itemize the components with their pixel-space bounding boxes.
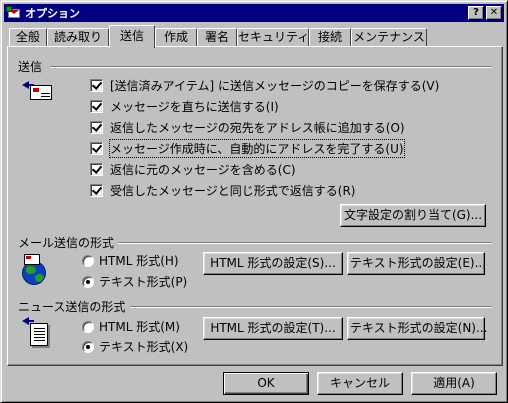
tab-signatures[interactable]: 署名 — [197, 28, 237, 47]
news-html-radio[interactable] — [82, 320, 94, 333]
news-format-divider — [130, 306, 492, 308]
add-to-address-book-checkbox[interactable] — [90, 121, 103, 134]
mail-text-radio[interactable] — [82, 275, 94, 288]
include-original-label: 返信に元のメッセージを含める(C) — [110, 163, 296, 177]
save-copy-label: [送信済みアイテム] に送信メッセージのコピーを保存する(V) — [110, 79, 440, 93]
add-to-address-book-label: 返信したメッセージの宛先をアドレス帳に追加する(O) — [110, 121, 405, 135]
auto-complete-label: メッセージ作成時に、自動的にアドレスを完了する(U) — [109, 139, 405, 158]
options-app-icon — [6, 6, 22, 20]
tab-connection[interactable]: 接続 — [309, 28, 351, 47]
tab-send[interactable]: 送信 — [109, 25, 155, 48]
send-immediately-checkbox[interactable] — [90, 100, 103, 113]
title-bar[interactable]: オプション ? ✕ — [4, 4, 504, 22]
option-include-original[interactable]: 返信に元のメッセージを含める(C) — [90, 161, 296, 178]
option-send-immediately[interactable]: メッセージを直ちに送信する(I) — [90, 98, 279, 115]
charset-assignment-button[interactable]: 文字設定の割り当て(G)... — [340, 204, 486, 227]
apply-button[interactable]: 適用(A) — [411, 372, 497, 395]
mail-html-settings-button[interactable]: HTML 形式の設定(S)... — [203, 252, 343, 275]
option-reply-same-format[interactable]: 受信したメッセージと同じ形式で返信する(R) — [90, 182, 355, 199]
mail-html-option[interactable]: HTML 形式(H) — [82, 252, 179, 269]
news-html-settings-button[interactable]: HTML 形式の設定(T)... — [203, 317, 343, 340]
option-auto-complete[interactable]: メッセージ作成時に、自動的にアドレスを完了する(U) — [90, 139, 405, 158]
send-tab-panel: 送信 [送信済みアイテム] に送信メッセージのコピーを保存する(V) メッセージ… — [7, 46, 503, 366]
window-title: オプション — [25, 7, 80, 20]
news-html-label: HTML 形式(M) — [99, 320, 180, 334]
news-article-icon — [22, 317, 54, 349]
tab-security[interactable]: セキュリティ — [237, 28, 309, 47]
mail-html-radio[interactable] — [82, 254, 94, 267]
option-save-copy[interactable]: [送信済みアイテム] に送信メッセージのコピーを保存する(V) — [90, 77, 439, 94]
news-html-option[interactable]: HTML 形式(M) — [82, 318, 180, 335]
tab-read[interactable]: 読み取り — [47, 28, 109, 47]
tab-maintenance[interactable]: メンテナンス — [351, 28, 427, 47]
news-format-label: ニュース送信の形式 — [18, 300, 126, 314]
mail-text-label: テキスト形式(P) — [99, 275, 188, 289]
ok-button[interactable]: OK — [223, 372, 309, 395]
reply-same-format-label: 受信したメッセージと同じ形式で返信する(R) — [110, 184, 356, 198]
mail-format-divider — [118, 242, 492, 244]
options-dialog: オプション ? ✕ 全般 読み取り 送信 作成 署名 セキュリティ 接続 メンテ… — [0, 0, 508, 403]
close-button[interactable]: ✕ — [486, 6, 502, 20]
save-copy-checkbox[interactable] — [90, 79, 103, 92]
news-text-label: テキスト形式(X) — [99, 340, 189, 354]
mail-globe-icon — [18, 253, 50, 285]
news-text-radio[interactable] — [82, 340, 94, 353]
mail-format-label: メール送信の形式 — [18, 236, 115, 250]
news-text-settings-button[interactable]: テキスト形式の設定(N)... — [347, 317, 487, 340]
help-button[interactable]: ? — [468, 6, 484, 20]
news-text-option[interactable]: テキスト形式(X) — [82, 338, 188, 355]
cancel-button[interactable]: キャンセル — [317, 372, 403, 395]
option-add-to-address-book[interactable]: 返信したメッセージの宛先をアドレス帳に追加する(O) — [90, 119, 405, 136]
mail-text-option[interactable]: テキスト形式(P) — [82, 273, 187, 290]
auto-complete-checkbox[interactable] — [90, 142, 103, 155]
tab-general[interactable]: 全般 — [9, 28, 47, 47]
send-immediately-label: メッセージを直ちに送信する(I) — [110, 100, 279, 114]
mail-html-label: HTML 形式(H) — [99, 254, 179, 268]
send-group-divider — [50, 66, 492, 68]
send-mail-icon — [22, 79, 54, 103]
mail-text-settings-button[interactable]: テキスト形式の設定(E)... — [347, 252, 486, 275]
tab-compose[interactable]: 作成 — [155, 28, 197, 47]
send-group-label: 送信 — [18, 60, 43, 74]
include-original-checkbox[interactable] — [90, 163, 103, 176]
reply-same-format-checkbox[interactable] — [90, 184, 103, 197]
